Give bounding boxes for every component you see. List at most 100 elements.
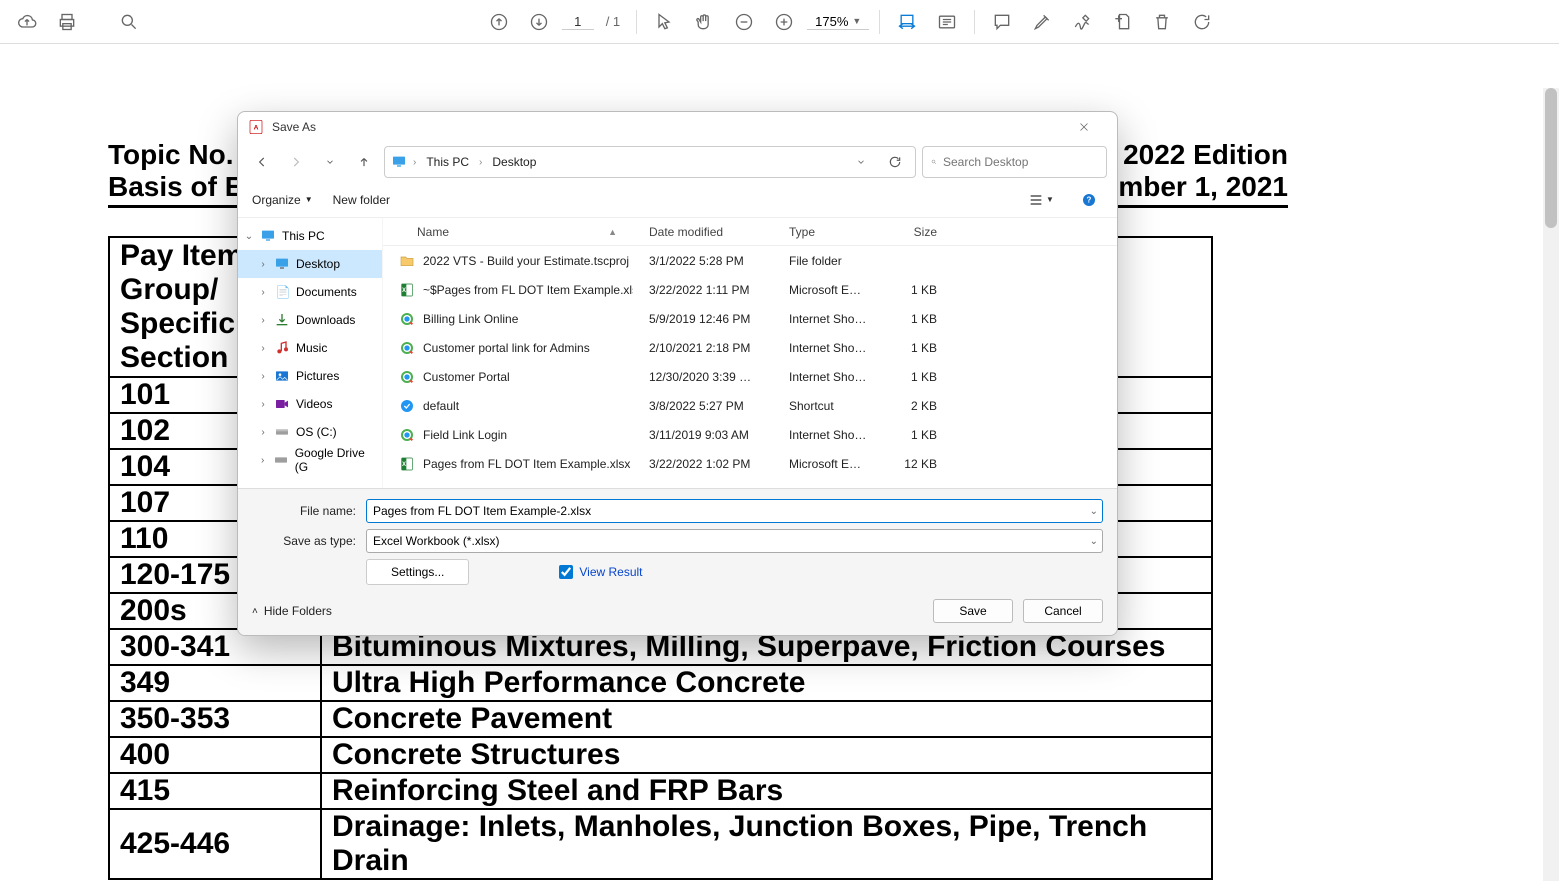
file-type: Internet Shortcut [773, 312, 883, 326]
file-row[interactable]: default3/8/2022 5:27 PMShortcut2 KB [383, 391, 1117, 420]
table-row-code: 349 [109, 665, 321, 701]
hide-folders-button[interactable]: ˄Hide Folders [252, 604, 332, 618]
file-name: Customer portal link for Admins [423, 341, 590, 355]
settings-button[interactable]: Settings... [366, 559, 469, 585]
table-row-desc: Drainage: Inlets, Manholes, Junction Box… [321, 809, 1212, 879]
tree-gdrive[interactable]: ›Google Drive (G [238, 446, 382, 474]
tree-music[interactable]: ›Music [238, 334, 382, 362]
col-header-size[interactable]: Size [883, 225, 953, 239]
dialog-titlebar: A Save As [238, 112, 1117, 142]
page-up-button[interactable] [482, 5, 516, 39]
file-list-rows[interactable]: 2022 VTS - Build your Estimate.tscproj3/… [383, 246, 1117, 488]
select-tool-button[interactable] [647, 5, 681, 39]
zoom-tool-button[interactable] [112, 5, 146, 39]
view-result-checkbox[interactable]: View Result [559, 565, 642, 579]
table-row-desc: Ultra High Performance Concrete [321, 665, 1212, 701]
chevron-down-icon: ⌄ [1090, 536, 1098, 547]
tree-videos[interactable]: ›Videos [238, 390, 382, 418]
print-button[interactable] [50, 5, 84, 39]
file-list: Name▲ Date modified Type Size 2022 VTS -… [383, 218, 1117, 488]
nav-forward-button[interactable] [282, 148, 310, 176]
doc-header-right-1: 2022 Edition [1103, 139, 1288, 171]
sort-ascending-icon: ▲ [608, 227, 617, 237]
doc-header-right-2: ember 1, 2021 [1103, 171, 1288, 203]
tree-downloads[interactable]: ›Downloads [238, 306, 382, 334]
chevron-right-icon: › [413, 157, 416, 168]
organize-button[interactable]: Organize ▼ [252, 193, 313, 207]
col-header-type[interactable]: Type [773, 225, 883, 239]
file-size: 1 KB [883, 341, 953, 355]
search-box[interactable] [922, 146, 1107, 178]
tree-pictures[interactable]: ›Pictures [238, 362, 382, 390]
file-name: default [423, 399, 459, 413]
sign-button[interactable] [1065, 5, 1099, 39]
highlight-button[interactable] [1025, 5, 1059, 39]
table-row-code: 415 [109, 773, 321, 809]
folder-tree[interactable]: ⌄This PC ›Desktop ›📄Documents ›Downloads… [238, 218, 383, 488]
chevron-right-icon: › [479, 157, 482, 168]
file-name: Field Link Login [423, 428, 507, 442]
tree-documents[interactable]: ›📄Documents [238, 278, 382, 306]
refresh-button[interactable] [881, 148, 909, 176]
chevron-down-icon: ▼ [305, 195, 313, 204]
comment-button[interactable] [985, 5, 1019, 39]
file-type: Internet Shortcut [773, 370, 883, 384]
nav-recent-button[interactable] [316, 148, 344, 176]
col-header-name[interactable]: Name▲ [383, 225, 633, 239]
pan-tool-button[interactable] [687, 5, 721, 39]
scrollbar[interactable] [1543, 88, 1559, 881]
save-to-cloud-button[interactable] [10, 5, 44, 39]
chevron-down-icon: ▼ [852, 16, 861, 26]
breadcrumb-desktop[interactable]: Desktop [488, 153, 540, 171]
nav-up-button[interactable] [350, 148, 378, 176]
file-type: Microsoft Excel W... [773, 457, 883, 471]
reading-mode-button[interactable] [930, 5, 964, 39]
page-number-input[interactable] [562, 14, 594, 30]
breadcrumb-this-pc[interactable]: This PC [422, 153, 473, 171]
file-row[interactable]: Customer Portal12/30/2020 3:39 PMInterne… [383, 362, 1117, 391]
rotate-button[interactable] [1185, 5, 1219, 39]
file-name: ~$Pages from FL DOT Item Example.xlsx [423, 283, 633, 297]
zoom-select[interactable]: 175%▼ [807, 14, 869, 30]
col-header-date[interactable]: Date modified [633, 225, 773, 239]
table-row-code: 425-446 [109, 809, 321, 879]
zoom-in-button[interactable] [767, 5, 801, 39]
file-row[interactable]: 2022 VTS - Build your Estimate.tscproj3/… [383, 246, 1117, 275]
file-row[interactable]: X~$Pages from FL DOT Item Example.xlsx3/… [383, 275, 1117, 304]
file-row[interactable]: XPages from FL DOT Item Example.xlsx3/22… [383, 449, 1117, 478]
table-row-code: 400 [109, 737, 321, 773]
save-button[interactable]: Save [933, 599, 1013, 623]
file-size: 1 KB [883, 428, 953, 442]
table-row-code: 350-353 [109, 701, 321, 737]
fit-width-button[interactable] [890, 5, 924, 39]
zoom-out-button[interactable] [727, 5, 761, 39]
file-list-header: Name▲ Date modified Type Size [383, 218, 1117, 246]
dialog-title: Save As [272, 120, 316, 134]
view-options-button[interactable]: ▼ [1027, 186, 1055, 214]
file-row[interactable]: Field Link Login3/11/2019 9:03 AMInterne… [383, 420, 1117, 449]
address-dropdown-button[interactable] [847, 148, 875, 176]
search-icon [931, 155, 937, 169]
search-input[interactable] [943, 155, 1098, 169]
saveas-type-select[interactable]: Excel Workbook (*.xlsx)⌄ [366, 529, 1103, 553]
filename-input[interactable]: Pages from FL DOT Item Example-2.xlsx⌄ [366, 499, 1103, 523]
cancel-button[interactable]: Cancel [1023, 599, 1103, 623]
file-date: 3/1/2022 5:28 PM [633, 254, 773, 268]
insert-button[interactable] [1105, 5, 1139, 39]
new-folder-button[interactable]: New folder [333, 193, 390, 207]
tree-os-c[interactable]: ›OS (C:) [238, 418, 382, 446]
page-down-button[interactable] [522, 5, 556, 39]
file-size: 12 KB [883, 457, 953, 471]
saveas-type-label: Save as type: [252, 534, 366, 548]
address-bar[interactable]: › This PC › Desktop [384, 146, 916, 178]
tree-desktop[interactable]: ›Desktop [238, 250, 382, 278]
file-row[interactable]: Customer portal link for Admins2/10/2021… [383, 333, 1117, 362]
help-button[interactable]: ? [1075, 186, 1103, 214]
file-type: Internet Shortcut [773, 341, 883, 355]
delete-button[interactable] [1145, 5, 1179, 39]
close-button[interactable] [1061, 112, 1107, 142]
nav-back-button[interactable] [248, 148, 276, 176]
file-row[interactable]: Billing Link Online5/9/2019 12:46 PMInte… [383, 304, 1117, 333]
file-type: Shortcut [773, 399, 883, 413]
tree-this-pc[interactable]: ⌄This PC [238, 222, 382, 250]
